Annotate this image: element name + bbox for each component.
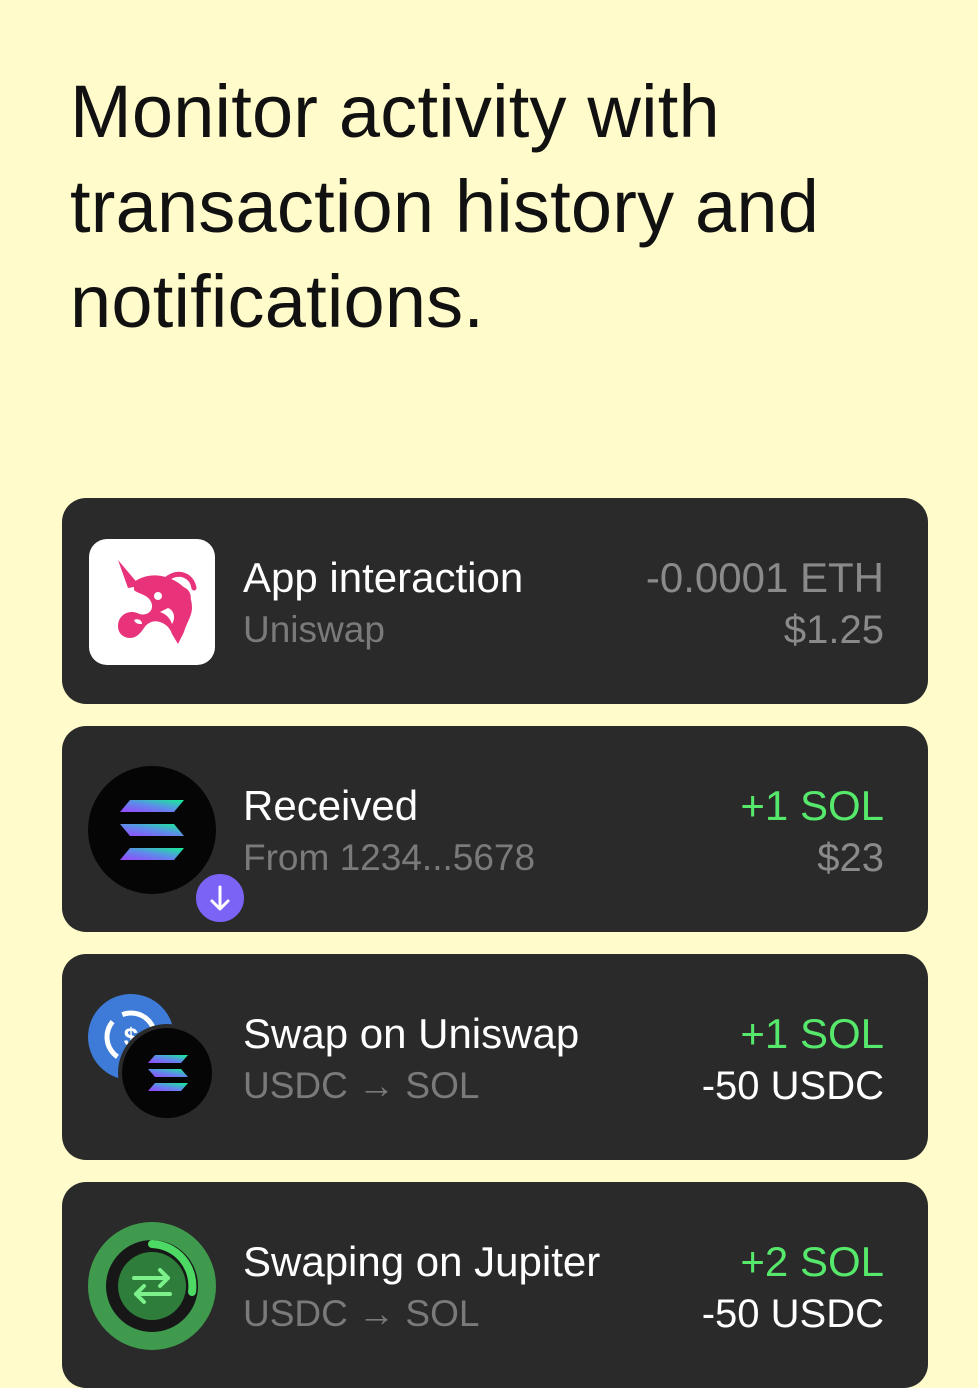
arrow-down-icon	[210, 885, 230, 911]
transaction-amount: +1 SOL	[740, 782, 884, 829]
transaction-subtitle: USDC → SOL	[243, 1065, 480, 1106]
transaction-subtitle: USDC → SOL	[243, 1293, 480, 1334]
transaction-item-swap-jupiter[interactable]: Swaping on Jupiter USDC → SOL +2 SOL -50…	[62, 1182, 928, 1388]
transaction-item-received[interactable]: Received From 1234...5678 +1 SOL $23	[62, 726, 928, 932]
uniswap-app-icon	[88, 538, 216, 666]
swap-arrows-icon	[106, 1240, 198, 1332]
transaction-sent-amount: -50 USDC	[701, 1292, 884, 1336]
solana-icon	[118, 1024, 216, 1122]
solana-token-icon	[88, 766, 248, 926]
uniswap-icon	[118, 560, 197, 644]
transaction-subtitle: From 1234...5678	[243, 837, 536, 878]
transaction-fiat-value: $1.25	[783, 608, 884, 652]
transaction-title: App interaction	[243, 554, 524, 601]
transaction-item-app-interaction[interactable]: App interaction Uniswap -0.0001 ETH $1.2…	[62, 498, 928, 704]
usdc-to-solana-icon: $	[88, 994, 216, 1122]
transaction-amount: +2 SOL	[740, 1238, 884, 1285]
swap-progress-icon	[88, 1222, 216, 1350]
transaction-item-swap-uniswap[interactable]: $ Swap on Uniswap USDC → SOL +1 SOL -50 …	[62, 954, 928, 1160]
transaction-fiat-value: $23	[817, 836, 884, 880]
headline: Monitor activity with transaction histor…	[70, 70, 820, 343]
transaction-title: Received	[243, 782, 419, 829]
transaction-amount: +1 SOL	[740, 1010, 884, 1057]
transaction-amount: -0.0001 ETH	[645, 554, 884, 601]
transaction-title: Swap on Uniswap	[243, 1010, 580, 1057]
transaction-title: Swaping on Jupiter	[243, 1238, 601, 1285]
transaction-subtitle: Uniswap	[243, 609, 385, 650]
received-badge	[192, 870, 248, 926]
transaction-sent-amount: -50 USDC	[701, 1064, 884, 1108]
